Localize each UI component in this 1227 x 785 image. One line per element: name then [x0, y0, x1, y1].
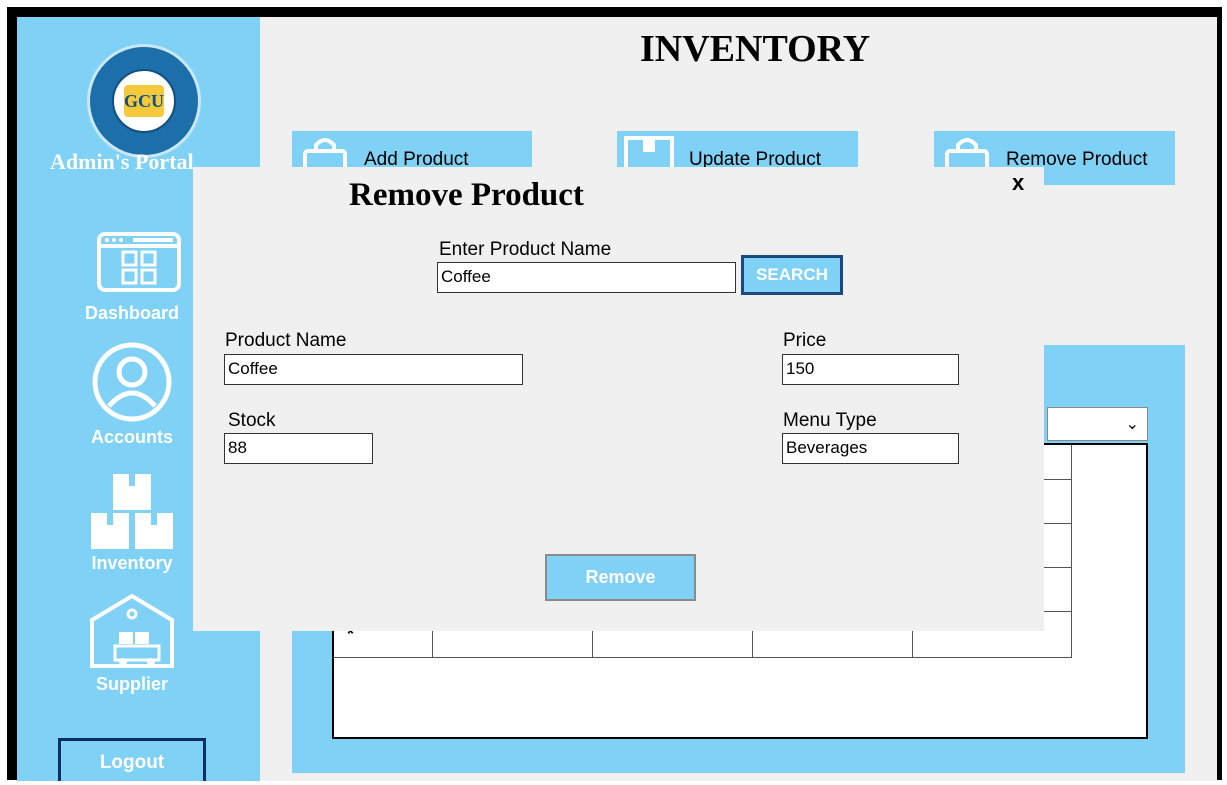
dialog-title: Remove Product — [349, 177, 584, 213]
stock-field[interactable]: 88 — [224, 433, 373, 464]
logo-mark: GCU — [124, 85, 164, 117]
app-window: GCU Admin's Portal Dashboard Accounts In… — [17, 17, 1217, 781]
sidebar-item-label: Supplier — [95, 674, 168, 694]
dashboard-icon — [96, 232, 181, 292]
search-label: Enter Product Name — [439, 239, 612, 260]
chevron-down-icon: ⌄ — [1125, 416, 1139, 433]
search-input[interactable]: Coffee — [437, 262, 736, 293]
grid-col-line — [1071, 445, 1072, 657]
menu-type-label: Menu Type — [783, 410, 877, 431]
university-logo: GCU — [87, 44, 201, 158]
close-icon[interactable]: x — [1012, 170, 1024, 196]
remove-button[interactable]: Remove — [545, 554, 696, 601]
warehouse-truck-icon — [90, 593, 174, 668]
page-title: INVENTORY — [640, 28, 871, 70]
product-name-label: Product Name — [225, 330, 347, 351]
filter-dropdown[interactable]: ⌄ — [1047, 407, 1148, 441]
logo-seal: GCU — [112, 69, 176, 133]
user-account-icon — [92, 342, 172, 422]
product-name-field[interactable]: Coffee — [224, 354, 523, 385]
search-button[interactable]: SEARCH — [741, 255, 843, 295]
grid-row-line — [334, 657, 1072, 658]
stock-label: Stock — [228, 410, 276, 431]
price-field[interactable]: 150 — [782, 354, 959, 385]
price-label: Price — [783, 330, 827, 351]
logout-button[interactable]: Logout — [58, 738, 206, 781]
boxes-icon — [91, 474, 173, 549]
menu-type-field[interactable]: Beverages — [782, 433, 959, 464]
